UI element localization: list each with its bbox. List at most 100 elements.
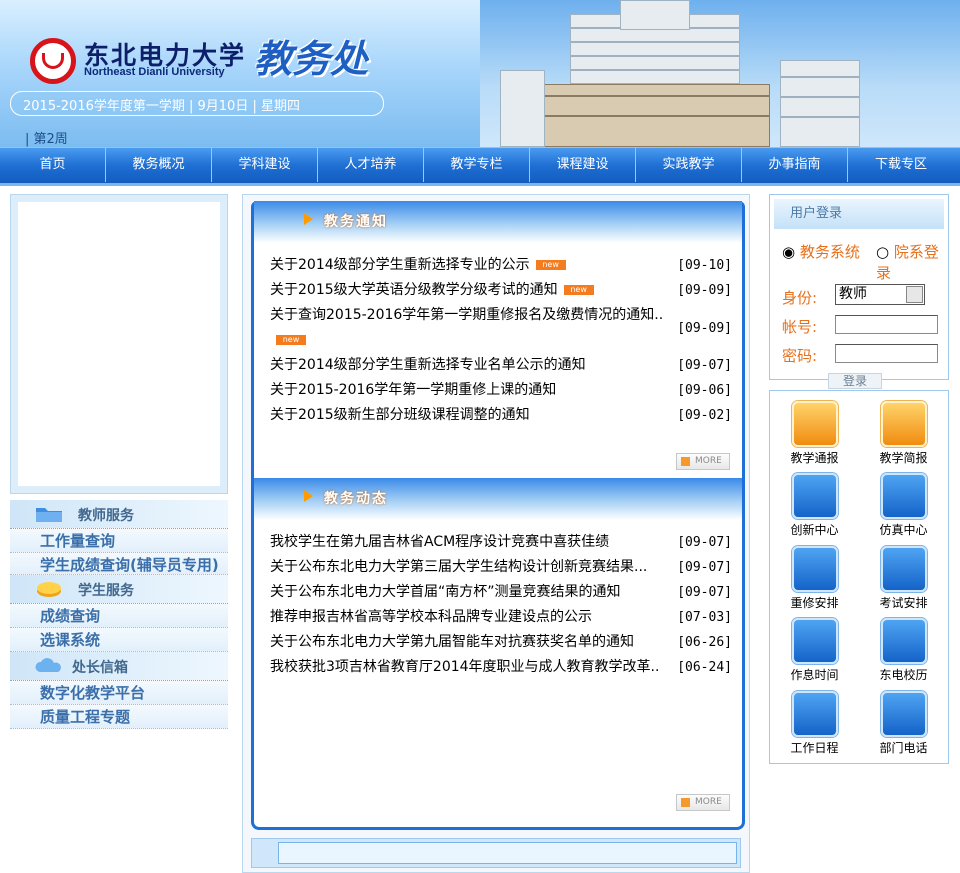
teacher-services-title: 教师服务 xyxy=(78,508,134,524)
scroll-icon xyxy=(880,473,927,520)
quick-school-calendar[interactable]: 东电校历 xyxy=(859,618,948,690)
center-column: 教务通知 关于2014级部分学生重新选择专业的公示 new [09-10] 关于20… xyxy=(242,194,750,873)
quick-department-phone[interactable]: 部门电话 xyxy=(859,690,948,763)
nav-download[interactable]: 下载专区 xyxy=(848,148,954,182)
role-select[interactable]: 教师 xyxy=(835,284,925,305)
news-item[interactable]: 我校获批3项吉林省教育厅2014年度职业与成人教育教学改革.. [06-24] xyxy=(270,655,732,680)
new-badge-icon: new xyxy=(563,285,594,295)
nav-course[interactable]: 课程建设 xyxy=(530,148,636,182)
nav-discipline[interactable]: 学科建设 xyxy=(212,148,318,182)
notice-title: 教务通知 xyxy=(324,214,388,230)
folder-icon xyxy=(36,508,62,522)
teacher-services-header: 教师服务 xyxy=(10,500,228,528)
quick-exam-schedule[interactable]: 考试安排 xyxy=(859,545,948,618)
notice-item[interactable]: 关于2014级部分学生重新选择专业名单公示的通知 [09-07] xyxy=(270,353,732,378)
link-student-grades-counselor[interactable]: 学生成绩查询(辅导员专用) xyxy=(10,553,228,575)
quick-label: 部门电话 xyxy=(879,740,928,755)
news-panel: 教务动态 我校学生在第九届吉林省ACM程序设计竞赛中喜获佳绩 [09-07] 关于… xyxy=(251,478,745,830)
notice-date: [09-09] xyxy=(677,320,732,336)
notice-item[interactable]: 关于2014级部分学生重新选择专业的公示 new [09-10] xyxy=(270,253,732,278)
quick-timetable[interactable]: 作息时间 xyxy=(770,618,859,690)
banner-area xyxy=(18,202,220,486)
bottom-input[interactable] xyxy=(278,842,737,864)
news-title: 教务动态 xyxy=(324,491,388,507)
quick-work-schedule[interactable]: 工作日程 xyxy=(770,690,859,763)
account-input[interactable] xyxy=(835,315,938,334)
quick-innovation-center[interactable]: 创新中心 xyxy=(770,473,859,545)
radio-checked-icon: ◉ xyxy=(782,243,796,261)
notice-date: [09-02] xyxy=(677,408,732,423)
nav-practice[interactable]: 实践教学 xyxy=(636,148,742,182)
login-title: 用户登录 xyxy=(774,199,944,229)
notice-date: [09-07] xyxy=(677,358,732,373)
department-title: 教务处 xyxy=(254,36,369,81)
news-text: 我校学生在第九届吉林省ACM程序设计竞赛中喜获佳绩 xyxy=(270,534,610,550)
director-mailbox-title: 处长信箱 xyxy=(72,660,128,676)
quick-teaching-brief[interactable]: 教学简报 xyxy=(859,401,948,473)
notice-text: 关于查询2015-2016学年第一学期重修报名及缴费情况的通知.. xyxy=(270,307,664,323)
chart-icon xyxy=(791,473,838,520)
university-logo xyxy=(30,38,76,84)
account-label: 帐号: xyxy=(782,318,818,336)
notice-item[interactable]: 关于查询2015-2016学年第一学期重修报名及缴费情况的通知.. new [09-… xyxy=(270,303,732,353)
quick-simulation-center[interactable]: 仿真中心 xyxy=(859,473,948,545)
building-right xyxy=(780,60,860,147)
nav-training[interactable]: 人才培养 xyxy=(318,148,424,182)
document-icon xyxy=(880,401,927,447)
quick-retake-schedule[interactable]: 重修安排 xyxy=(770,545,859,618)
notice-date: [09-09] xyxy=(677,283,732,298)
link-course-selection[interactable]: 选课系统 xyxy=(10,628,228,652)
news-text: 关于公布东北电力大学首届“南方杯”测量竞赛结果的通知 xyxy=(270,584,621,600)
link-digital-platform[interactable]: 数字化教学平台 xyxy=(10,681,228,705)
news-item[interactable]: 推荐申报吉林省高等学校本科品牌专业建设点的公示 [07-03] xyxy=(270,605,732,630)
login-button[interactable]: 登录 xyxy=(828,373,882,389)
school-name-en: Northeast Dianli University xyxy=(84,66,225,78)
news-title-bar: 教务动态 xyxy=(254,478,742,520)
new-badge-icon: new xyxy=(276,335,306,345)
news-item[interactable]: 关于公布东北电力大学第九届智能车对抗赛获奖名单的通知 [06-26] xyxy=(270,630,732,655)
news-more-button[interactable]: MORE xyxy=(676,794,730,811)
building-left xyxy=(500,70,545,147)
week-indicator: | 第2周 xyxy=(25,132,68,147)
quick-label: 东电校历 xyxy=(879,668,928,683)
password-input[interactable] xyxy=(835,344,938,363)
notice-text: 关于2014级部分学生重新选择专业的公示 xyxy=(270,257,530,273)
radio-teaching-system[interactable]: ◉ 教务系统 xyxy=(782,241,860,262)
role-select-value: 教师 xyxy=(839,286,867,302)
quick-label: 重修安排 xyxy=(790,595,839,610)
link-workload[interactable]: 工作量查询 xyxy=(10,529,228,553)
news-text: 关于公布东北电力大学第九届智能车对抗赛获奖名单的通知 xyxy=(270,634,634,650)
news-item[interactable]: 我校学生在第九届吉林省ACM程序设计竞赛中喜获佳绩 [09-07] xyxy=(270,530,732,555)
news-text: 关于公布东北电力大学第三届大学生结构设计创新竞赛结果... xyxy=(270,559,648,575)
nav-column[interactable]: 教学专栏 xyxy=(424,148,530,182)
link-grade-query[interactable]: 成绩查询 xyxy=(10,604,228,628)
telephone-icon xyxy=(880,690,927,737)
link-quality-project[interactable]: 质量工程专题 xyxy=(10,705,228,729)
arrow-icon xyxy=(304,490,313,502)
notice-more-button[interactable]: MORE xyxy=(676,453,730,470)
nav-guide[interactable]: 办事指南 xyxy=(742,148,848,182)
news-item[interactable]: 关于公布东北电力大学第三届大学生结构设计创新竞赛结果... [09-07] xyxy=(270,555,732,580)
notice-item[interactable]: 关于2015级大学英语分级教学分级考试的通知 new [09-09] xyxy=(270,278,732,303)
news-item[interactable]: 关于公布东北电力大学首届“南方杯”测量竞赛结果的通知 [09-07] xyxy=(270,580,732,605)
notice-item[interactable]: 关于2015-2016学年第一学期重修上课的通知 [09-06] xyxy=(270,378,732,403)
stack-icon xyxy=(791,690,838,737)
notice-title-bar: 教务通知 xyxy=(254,201,742,243)
notice-date: [09-06] xyxy=(677,383,732,398)
banner-frame xyxy=(10,194,228,494)
notice-panel: 教务通知 关于2014级部分学生重新选择专业的公示 new [09-10] 关于20… xyxy=(251,201,745,478)
nav-overview[interactable]: 教务概况 xyxy=(106,148,212,182)
student-services-header: 学生服务 xyxy=(10,575,228,603)
quick-teaching-bulletin[interactable]: 教学通报 xyxy=(770,401,859,473)
nav-home[interactable]: 首页 xyxy=(0,148,106,182)
radio-department[interactable]: ○ 院系登录 xyxy=(876,241,948,283)
news-date: [06-26] xyxy=(677,635,732,650)
left-column: 教师服务 工作量查询 学生成绩查询(辅导员专用) 学生服务 成绩查询 选课系统 … xyxy=(10,194,228,729)
new-badge-icon: new xyxy=(535,260,566,270)
notice-text: 关于2015-2016学年第一学期重修上课的通知 xyxy=(270,382,557,398)
notice-item[interactable]: 关于2015级新生部分班级课程调整的通知 [09-02] xyxy=(270,403,732,428)
quick-label: 教学简报 xyxy=(879,451,928,465)
building-tower xyxy=(620,0,690,30)
news-text: 我校获批3项吉林省教育厅2014年度职业与成人教育教学改革.. xyxy=(270,659,660,675)
paper-icon xyxy=(880,545,927,592)
